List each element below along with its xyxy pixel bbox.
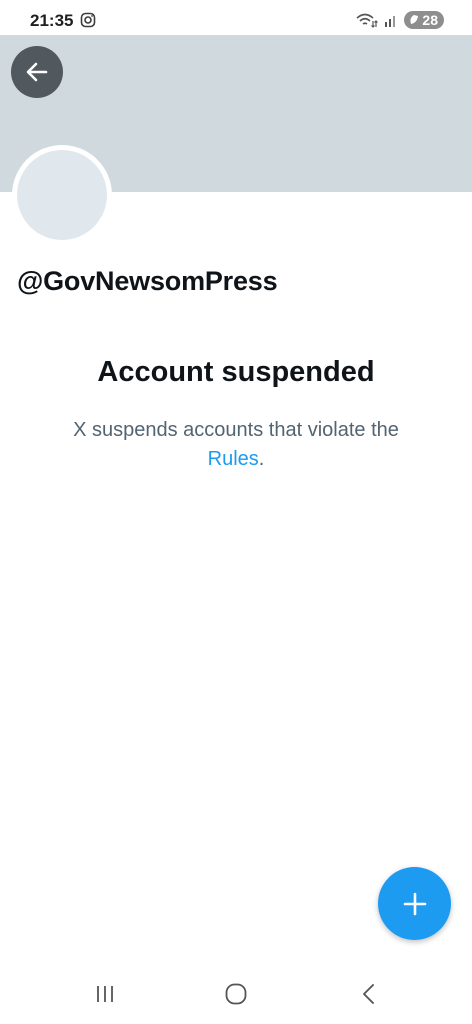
suspended-message-text: X suspends accounts that violate the xyxy=(73,419,399,441)
battery-saver-icon xyxy=(410,15,419,24)
system-nav-bar xyxy=(0,964,472,1024)
status-time: 21:35 xyxy=(30,11,74,30)
arrow-left-icon xyxy=(26,62,48,82)
wifi-icon xyxy=(356,13,379,28)
signal-icon xyxy=(385,16,396,27)
rules-link[interactable]: Rules xyxy=(208,448,259,470)
system-back-button[interactable] xyxy=(349,978,389,1010)
avatar xyxy=(17,150,107,240)
profile-handle: @GovNewsomPress xyxy=(17,266,278,296)
instagram-icon xyxy=(80,12,96,28)
battery-icon: 28 xyxy=(404,11,444,29)
compose-fab-button[interactable] xyxy=(378,867,451,940)
recents-button[interactable] xyxy=(85,978,125,1010)
suspended-message: X suspends accounts that violate the Rul… xyxy=(40,416,432,474)
status-bar: 21:35 28 xyxy=(0,0,472,38)
battery-level: 28 xyxy=(422,12,438,28)
home-icon xyxy=(225,983,247,1005)
back-button[interactable] xyxy=(11,46,63,98)
suspended-title: Account suspended xyxy=(97,356,375,388)
suspended-message-period: . xyxy=(258,448,265,470)
back-icon xyxy=(363,984,374,1004)
status-icons: 28 xyxy=(356,11,444,29)
recents-icon xyxy=(97,986,113,1002)
home-button[interactable] xyxy=(216,978,256,1010)
plus-icon xyxy=(403,892,426,915)
